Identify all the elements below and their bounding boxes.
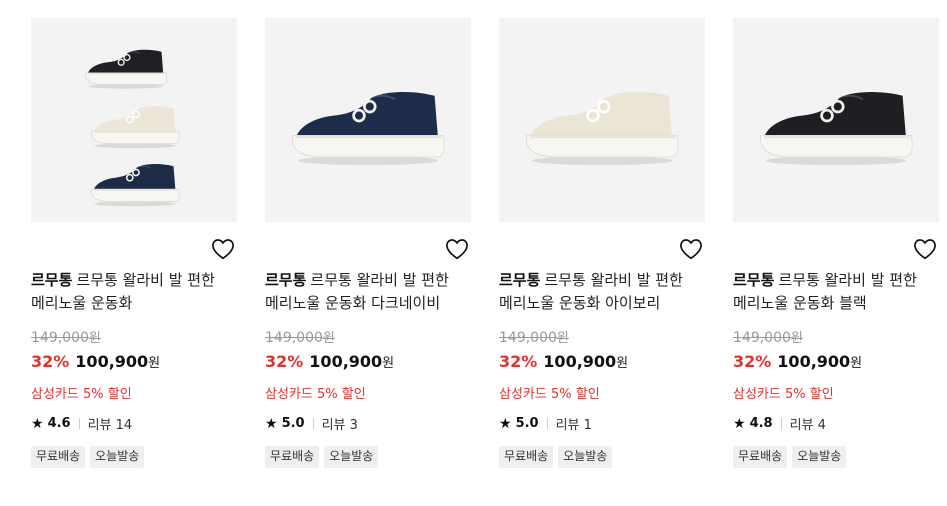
original-price: 149,000원 [265,330,335,346]
product-image[interactable] [265,18,471,222]
shoe-illustration [526,91,679,166]
star-icon: ★ [499,415,512,432]
sale-price: 100,900원 [75,352,161,371]
tag-free-shipping: 무료배송 [733,446,788,468]
original-price: 149,000원 [499,330,569,346]
rating-row: ★ 4.6 리뷰 14 [31,414,133,434]
heart-icon[interactable] [445,238,469,260]
tag-list: 무료배송 오늘발송 [733,446,847,468]
rating-row: ★ 5.0 리뷰 3 [265,414,358,434]
tag-same-day: 오늘발송 [792,446,847,468]
tag-same-day: 오늘발송 [558,446,613,468]
shoe-illustration [85,49,180,207]
card-benefit: 삼성카드 5% 할인 [265,387,366,402]
product-card[interactable]: 르무통 르무통 왈라비 발 편한 메리노울 운동화 아이보리 149,000원 3… [499,0,705,506]
rating-score: 4.8 [749,416,773,431]
tag-free-shipping: 무료배송 [265,446,320,468]
star-icon: ★ [31,415,44,432]
review-count[interactable]: 리뷰 3 [322,414,358,433]
shoe-illustration [292,91,445,166]
review-count[interactable]: 리뷰 14 [88,414,133,433]
tag-list: 무료배송 오늘발송 [31,446,145,468]
price-row: 32% 100,900원 [499,352,628,371]
product-image[interactable] [733,18,939,222]
star-icon: ★ [733,415,746,432]
product-title[interactable]: 르무통 르무통 왈라비 발 편한 메리노울 운동화 아이보리 [499,269,705,315]
product-card[interactable]: 르무통 르무통 왈라비 발 편한 메리노울 운동화 다크네이비 149,000원 … [265,0,471,506]
product-image[interactable] [31,18,237,222]
shoe-illustration [760,91,913,166]
discount-rate: 32% [733,352,772,371]
review-count[interactable]: 리뷰 4 [790,414,826,433]
brand-name: 르무통 [499,271,541,289]
product-title[interactable]: 르무통 르무통 왈라비 발 편한 메리노울 운동화 다크네이비 [265,269,471,315]
rating-score: 4.6 [47,416,71,431]
product-grid: 르무통 르무통 왈라비 발 편한 메리노울 운동화 149,000원 32% 100… [0,0,947,506]
tag-list: 무료배송 오늘발송 [499,446,613,468]
original-price: 149,000원 [733,330,803,346]
star-icon: ★ [265,415,278,432]
tag-same-day: 오늘발송 [90,446,145,468]
heart-icon[interactable] [679,238,703,260]
product-card[interactable]: 르무통 르무통 왈라비 발 편한 메리노울 운동화 블랙 149,000원 32%… [733,0,939,506]
divider [546,418,548,429]
divider [780,418,782,429]
card-benefit: 삼성카드 5% 할인 [499,387,600,402]
brand-name: 르무통 [265,271,307,289]
product-card[interactable]: 르무통 르무통 왈라비 발 편한 메리노울 운동화 149,000원 32% 100… [31,0,237,506]
review-count[interactable]: 리뷰 1 [556,414,592,433]
price-row: 32% 100,900원 [733,352,862,371]
brand-name: 르무통 [733,271,775,289]
product-title[interactable]: 르무통 르무통 왈라비 발 편한 메리노울 운동화 블랙 [733,269,939,315]
sale-price: 100,900원 [543,352,629,371]
product-image[interactable] [499,18,705,222]
price-row: 32% 100,900원 [265,352,394,371]
brand-name: 르무통 [31,271,73,289]
tag-list: 무료배송 오늘발송 [265,446,379,468]
discount-rate: 32% [499,352,538,371]
rating-row: ★ 5.0 리뷰 1 [499,414,592,434]
card-benefit: 삼성카드 5% 할인 [733,387,834,402]
discount-rate: 32% [265,352,304,371]
tag-free-shipping: 무료배송 [31,446,86,468]
rating-score: 5.0 [515,416,539,431]
original-price: 149,000원 [31,330,101,346]
product-title[interactable]: 르무통 르무통 왈라비 발 편한 메리노울 운동화 [31,269,237,315]
card-benefit: 삼성카드 5% 할인 [31,387,132,402]
heart-icon[interactable] [913,238,937,260]
rating-row: ★ 4.8 리뷰 4 [733,414,826,434]
sale-price: 100,900원 [777,352,863,371]
divider [78,418,80,429]
tag-same-day: 오늘발송 [324,446,379,468]
sale-price: 100,900원 [309,352,395,371]
divider [312,418,314,429]
heart-icon[interactable] [211,238,235,260]
discount-rate: 32% [31,352,70,371]
rating-score: 5.0 [281,416,305,431]
tag-free-shipping: 무료배송 [499,446,554,468]
price-row: 32% 100,900원 [31,352,160,371]
